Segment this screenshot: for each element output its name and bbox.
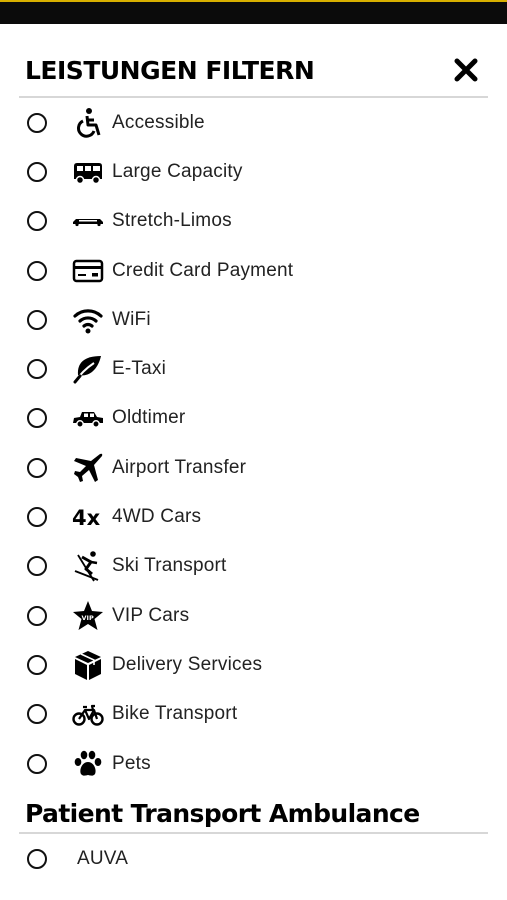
wheelchair-icon (70, 105, 106, 141)
filter-item-ski-transport[interactable]: Ski Transport (19, 542, 488, 591)
close-icon (454, 58, 478, 82)
filter-item-delivery-services[interactable]: Delivery Services (19, 640, 488, 689)
svg-text:VIP: VIP (82, 614, 94, 622)
radio-button[interactable] (27, 211, 47, 232)
top-bar (0, 0, 507, 24)
radio-button[interactable] (27, 112, 47, 133)
filter-label: 4WD Cars (112, 506, 202, 528)
filter-item-bike-transport[interactable]: Bike Transport (19, 690, 488, 739)
radio-button[interactable] (27, 605, 47, 626)
filter-item-airport-transfer[interactable]: Airport Transfer (19, 443, 488, 492)
radio-button[interactable] (27, 260, 47, 281)
svg-text:4x: 4x (72, 506, 101, 530)
package-icon (70, 647, 106, 683)
filter-item-4wd[interactable]: 4x 4WD Cars (19, 492, 488, 541)
wifi-icon (70, 302, 106, 338)
section-list: AUVA (19, 834, 488, 883)
filter-list: Accessible Large Capacity Stretch-Limos … (19, 98, 488, 788)
radio-button[interactable] (27, 704, 47, 725)
limo-icon (70, 203, 106, 239)
radio-button[interactable] (27, 654, 47, 675)
filter-label: Large Capacity (112, 160, 243, 182)
filter-label: AUVA (77, 847, 129, 869)
vintage-car-icon (70, 400, 106, 436)
filter-item-auva[interactable]: AUVA (19, 834, 488, 883)
filter-label: Oldtimer (112, 407, 186, 429)
filter-item-credit-card[interactable]: Credit Card Payment (19, 246, 488, 295)
skier-icon (70, 548, 106, 584)
radio-button[interactable] (27, 359, 47, 380)
filter-label: Ski Transport (112, 555, 227, 577)
filter-label: Accessible (112, 111, 205, 133)
section-title: Patient Transport Ambulance (25, 799, 420, 829)
panel-header: LEISTUNGEN FILTERN (19, 24, 488, 96)
radio-button[interactable] (27, 556, 47, 577)
page-title: LEISTUNGEN FILTERN (25, 56, 315, 85)
filter-label: WiFi (112, 308, 151, 330)
leaf-icon (70, 351, 106, 387)
4x-icon: 4x (70, 499, 106, 535)
credit-card-icon (70, 253, 106, 289)
filter-item-vip-cars[interactable]: VIP VIP Cars (19, 591, 488, 640)
radio-button[interactable] (27, 753, 47, 774)
filter-label: Pets (112, 752, 151, 774)
radio-button[interactable] (27, 848, 47, 869)
plane-icon (70, 450, 106, 486)
filter-label: E-Taxi (112, 358, 166, 380)
van-icon (70, 154, 106, 190)
filter-item-pets[interactable]: Pets (19, 739, 488, 788)
filter-label: Stretch-Limos (112, 210, 232, 232)
radio-button[interactable] (27, 507, 47, 528)
filter-label: VIP Cars (112, 604, 190, 626)
filter-item-wifi[interactable]: WiFi (19, 295, 488, 344)
vip-star-icon: VIP (70, 598, 106, 634)
radio-button[interactable] (27, 457, 47, 478)
radio-button[interactable] (27, 408, 47, 429)
radio-button[interactable] (27, 309, 47, 330)
filter-label: Bike Transport (112, 703, 238, 725)
filter-label: Airport Transfer (112, 456, 247, 478)
filter-label: Delivery Services (112, 653, 263, 675)
filter-item-stretch-limos[interactable]: Stretch-Limos (19, 197, 488, 246)
bicycle-icon (70, 696, 106, 732)
filter-item-large-capacity[interactable]: Large Capacity (19, 147, 488, 196)
filter-item-accessible[interactable]: Accessible (19, 98, 488, 147)
radio-button[interactable] (27, 161, 47, 182)
paw-icon (70, 746, 106, 782)
close-button[interactable] (450, 54, 482, 86)
filter-panel: LEISTUNGEN FILTERN Accessible Large Capa… (0, 24, 507, 883)
filter-label: Credit Card Payment (112, 259, 294, 281)
filter-item-oldtimer[interactable]: Oldtimer (19, 394, 488, 443)
filter-item-e-taxi[interactable]: E-Taxi (19, 344, 488, 393)
